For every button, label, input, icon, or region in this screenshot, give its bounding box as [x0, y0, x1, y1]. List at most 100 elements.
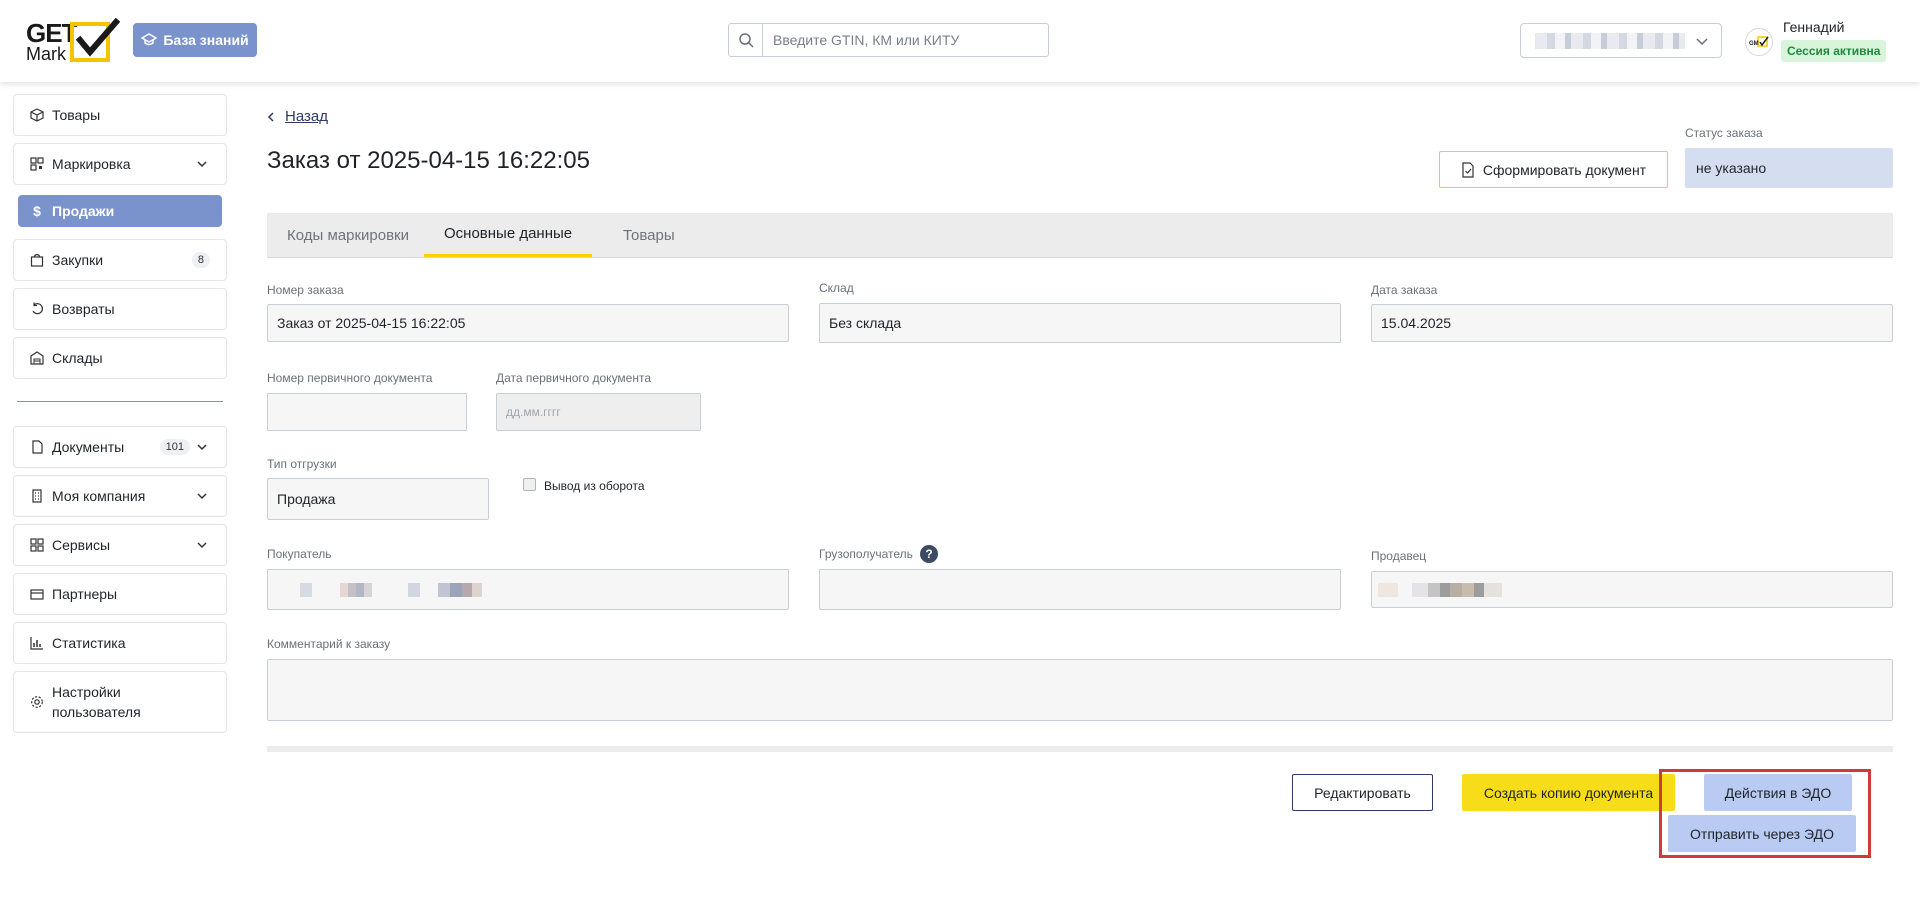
edit-button[interactable]: Редактировать — [1292, 774, 1433, 811]
sidebar-divider — [17, 401, 223, 402]
primary-doc-number-field[interactable] — [267, 393, 467, 431]
sidebar-item-user-settings[interactable]: Настройки пользователя — [13, 671, 227, 733]
tab-main-data[interactable]: Основные данные — [424, 213, 593, 257]
warehouse-select[interactable]: Без склада — [819, 303, 1341, 343]
chevron-down-icon — [1696, 38, 1708, 46]
document-icon — [30, 440, 44, 454]
sidebar-item-purchases[interactable]: Закупки 8 — [13, 239, 227, 281]
sidebar-item-label: Товары — [52, 107, 101, 123]
withdraw-from-circulation-label: Вывод из оборота — [544, 479, 645, 493]
documents-count-badge: 101 — [159, 439, 190, 455]
buyer-name-redacted — [300, 582, 510, 597]
tab-bar: Коды маркировки Основные данные Товары — [267, 213, 1893, 258]
qr-icon — [30, 157, 44, 171]
order-status-label: Статус заказа — [1685, 126, 1763, 140]
organization-select[interactable] — [1520, 23, 1722, 58]
order-number-label: Номер заказа — [267, 283, 344, 297]
generate-document-button[interactable]: Сформировать документ — [1439, 151, 1668, 188]
search-box — [728, 23, 1049, 57]
content-divider — [267, 746, 1893, 752]
grid-icon — [30, 538, 44, 552]
sidebar-item-label-line1: Настройки — [52, 684, 121, 700]
consignee-field[interactable] — [819, 569, 1341, 610]
tab-products[interactable]: Товары — [603, 213, 695, 257]
undo-icon — [30, 302, 44, 316]
knowledge-base-label: База знаний — [163, 32, 249, 48]
sidebar-item-products[interactable]: Товары — [13, 94, 227, 136]
warehouse-icon — [30, 351, 44, 365]
sidebar-item-warehouses[interactable]: Склады — [13, 337, 227, 379]
chevron-down-icon — [197, 542, 207, 549]
avatar[interactable]: GM — [1745, 28, 1773, 56]
sidebar-item-label: Закупки — [52, 252, 104, 268]
sidebar-item-my-company[interactable]: Моя компания — [13, 475, 227, 517]
withdraw-from-circulation-checkbox[interactable] — [523, 478, 536, 491]
chevron-down-icon — [197, 444, 207, 451]
sidebar-item-returns[interactable]: Возвраты — [13, 288, 227, 330]
sidebar-item-label: Документы — [52, 439, 125, 455]
graduation-cap-icon — [141, 33, 158, 46]
bag-icon — [30, 253, 44, 267]
buyer-field[interactable] — [267, 569, 789, 610]
buyer-label: Покупатель — [267, 547, 332, 561]
logo-check-icon — [70, 18, 121, 62]
comment-textarea[interactable] — [267, 659, 1893, 721]
sidebar-item-partners[interactable]: Партнеры — [13, 573, 227, 615]
back-link[interactable]: Назад — [267, 108, 328, 125]
sidebar-item-label: Настройки пользователя — [52, 682, 141, 722]
chevron-left-icon — [267, 111, 274, 122]
sidebar-item-label: Возвраты — [52, 301, 115, 317]
chart-icon — [30, 636, 44, 650]
session-status-badge: Сессия активна — [1781, 40, 1887, 62]
sidebar-item-label: Продажи — [52, 203, 115, 219]
user-name[interactable]: Геннадий — [1783, 19, 1845, 35]
sidebar-item-statistics[interactable]: Статистика — [13, 622, 227, 664]
chevron-down-icon — [197, 493, 207, 500]
sidebar-item-label: Маркировка — [52, 156, 131, 172]
sidebar-item-label: Статистика — [52, 635, 126, 651]
sidebar-item-label: Склады — [52, 350, 103, 366]
warehouse-label: Склад — [819, 281, 854, 295]
box-icon — [30, 108, 44, 122]
document-check-icon — [1462, 161, 1474, 178]
shipment-type-select[interactable]: Продажа — [267, 478, 489, 520]
copy-document-button[interactable]: Создать копию документа — [1462, 774, 1675, 811]
search-icon[interactable] — [729, 24, 763, 56]
seller-label: Продавец — [1371, 549, 1427, 563]
seller-name-redacted — [1378, 582, 1528, 597]
organization-name-redacted — [1535, 33, 1685, 49]
sidebar-item-sales[interactable]: $ Продажи — [18, 195, 222, 227]
highlight-annotation-box — [1659, 769, 1871, 858]
sidebar-item-marking[interactable]: Маркировка — [13, 143, 227, 185]
order-number-field[interactable]: Заказ от 2025-04-15 16:22:05 — [267, 304, 789, 342]
sidebar-item-label: Сервисы — [52, 537, 111, 553]
help-icon[interactable]: ? — [920, 545, 938, 563]
top-header: GET Mark База знаний GM Геннадий Сессия … — [0, 0, 1920, 82]
tab-marking-codes[interactable]: Коды маркировки — [267, 213, 429, 257]
building-icon — [30, 489, 44, 503]
back-label: Назад — [285, 108, 328, 125]
logo-text-bottom: Mark — [26, 44, 66, 64]
consignee-label: Грузополучатель — [819, 547, 913, 561]
avatar-logo-icon: GM — [1749, 36, 1769, 47]
order-date-label: Дата заказа — [1371, 283, 1438, 297]
primary-doc-number-label: Номер первичного документа — [267, 371, 433, 385]
sidebar-item-documents[interactable]: Документы 101 — [13, 426, 227, 468]
svg-text:GM: GM — [1749, 41, 1759, 47]
primary-doc-date-label: Дата первичного документа — [496, 371, 652, 385]
chevron-down-icon — [197, 161, 207, 168]
gear-icon — [30, 695, 44, 709]
order-date-field[interactable]: 15.04.2025 — [1371, 304, 1893, 342]
order-status-select[interactable]: не указано — [1685, 148, 1893, 188]
search-input[interactable] — [763, 25, 1048, 55]
dollar-icon: $ — [33, 203, 41, 219]
partners-icon — [30, 587, 44, 601]
sidebar-item-services[interactable]: Сервисы — [13, 524, 227, 566]
primary-doc-date-field[interactable]: дд.мм.гггг — [496, 393, 701, 431]
seller-field[interactable] — [1371, 571, 1893, 608]
comment-label: Комментарий к заказу — [267, 637, 391, 651]
knowledge-base-button[interactable]: База знаний — [133, 23, 257, 57]
getmark-logo[interactable]: GET Mark — [26, 18, 121, 64]
generate-document-label: Сформировать документ — [1482, 161, 1647, 178]
sidebar-item-label: Моя компания — [52, 488, 146, 504]
